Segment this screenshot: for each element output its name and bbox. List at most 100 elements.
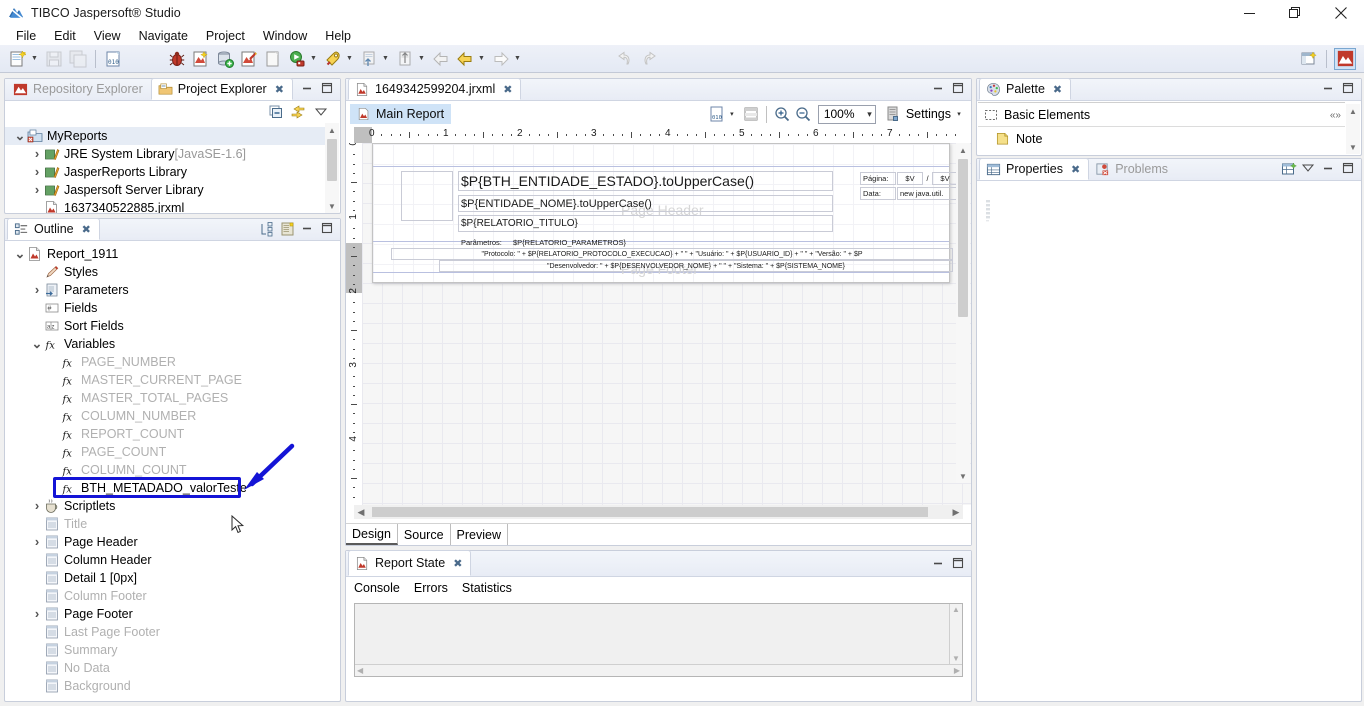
data-label[interactable]: Data: — [860, 187, 896, 200]
tree-item[interactable]: Summary — [5, 641, 339, 659]
palette-item-note[interactable]: Note — [978, 127, 1345, 150]
open-perspective-icon[interactable] — [1299, 49, 1319, 69]
chevron-right-icon[interactable]: › — [30, 283, 44, 297]
new-property-icon[interactable] — [1281, 161, 1297, 177]
chevron-down-icon[interactable]: ⌄ — [13, 129, 27, 143]
tree-item[interactable]: fx COLUMN_COUNT — [5, 461, 339, 479]
close-icon[interactable]: ✖ — [1053, 83, 1062, 96]
show-properties-icon[interactable] — [280, 221, 296, 237]
forward-dropdown-icon[interactable]: ▼ — [513, 49, 522, 69]
tree-item[interactable]: ⌄ MyReports — [5, 127, 325, 145]
tab-properties[interactable]: Properties ✖ — [979, 158, 1090, 180]
tree-item[interactable]: Background — [5, 677, 339, 695]
main-report-chip[interactable]: Main Report — [350, 104, 452, 124]
chevron-down-icon[interactable]: ▾ — [867, 109, 872, 120]
tree-item[interactable]: › JasperReports Library — [5, 163, 325, 181]
tab-outline[interactable]: Outline ✖ — [7, 218, 100, 240]
maximize-icon[interactable] — [951, 81, 967, 97]
close-icon[interactable]: ✖ — [1071, 163, 1080, 176]
subtab-console[interactable]: Console — [354, 581, 400, 595]
desenvolvedor-line[interactable]: "Desenvolvedor: " + $P{DESENVOLVEDOR_NOM… — [439, 260, 953, 272]
sort-tree-icon[interactable] — [260, 221, 276, 237]
tree-item[interactable]: a z Sort Fields — [5, 317, 339, 335]
dataset-dropdown-icon[interactable]: ▾ — [726, 110, 738, 118]
tree-item[interactable]: ⌄ Report_1911 — [5, 245, 339, 263]
pagina-label[interactable]: Página: — [860, 172, 896, 185]
run-dropdown-icon[interactable]: ▼ — [309, 49, 318, 69]
subtab-errors[interactable]: Errors — [414, 581, 448, 595]
canvas-horizontal-scrollbar[interactable]: ◀ ▶ — [354, 505, 963, 519]
maximize-icon[interactable] — [320, 221, 336, 237]
minimize-icon[interactable] — [931, 81, 947, 97]
menu-edit[interactable]: Edit — [45, 28, 85, 44]
pagina-value-field[interactable]: $V — [897, 172, 923, 185]
menu-file[interactable]: File — [7, 28, 45, 44]
tree-item[interactable]: Column Footer — [5, 587, 339, 605]
scroll-right-icon[interactable]: ▶ — [949, 505, 963, 519]
canvas-vertical-scrollbar[interactable]: ▲ ▼ — [956, 143, 970, 483]
new-report-icon[interactable] — [191, 49, 211, 69]
tab-palette[interactable]: Palette ✖ — [979, 78, 1072, 100]
report-page[interactable]: Page Header Page Footer $P{BTH_ENTIDADE_… — [372, 143, 959, 283]
scroll-left-icon[interactable]: ◀ — [357, 666, 363, 675]
project-explorer-tree[interactable]: ⌄ MyReports › JRE System Library [JavaSE-1.… — [5, 123, 325, 213]
console-vertical-scrollbar[interactable]: ▲ ▼ — [949, 604, 962, 664]
scroll-left-icon[interactable]: ◀ — [354, 505, 368, 519]
link-with-editor-icon[interactable] — [290, 104, 306, 123]
scroll-right-icon[interactable]: ▶ — [954, 666, 960, 675]
collapse-all-icon[interactable] — [268, 104, 284, 123]
scrollbar-thumb[interactable] — [372, 507, 928, 517]
tab-repository-explorer[interactable]: Repository Explorer — [7, 78, 151, 100]
tree-item[interactable]: › Parameters — [5, 281, 339, 299]
settings-label[interactable]: Settings — [906, 107, 951, 121]
debug-bug-icon[interactable] — [167, 49, 187, 69]
maximize-button[interactable] — [1272, 0, 1318, 26]
tab-report-state[interactable]: Report State ✖ — [348, 550, 472, 576]
view-menu-icon[interactable] — [314, 105, 328, 122]
maximize-icon[interactable] — [1341, 161, 1357, 177]
tree-item[interactable]: fx COLUMN_NUMBER — [5, 407, 339, 425]
maximize-icon[interactable] — [1341, 81, 1357, 97]
chevron-right-icon[interactable]: › — [30, 165, 44, 179]
tree-item[interactable]: Detail 1 [0px] — [5, 569, 339, 587]
close-icon[interactable]: ✖ — [503, 83, 512, 96]
tree-item[interactable]: Last Page Footer — [5, 623, 339, 641]
tree-item[interactable]: › Scriptlets — [5, 497, 339, 515]
tree-item[interactable]: fx BTH_METADADO_valorTeste — [5, 479, 339, 497]
close-icon[interactable]: ✖ — [275, 83, 284, 96]
tree-item[interactable]: ⌄ fx Variables — [5, 335, 339, 353]
collapse-section-icon[interactable]: «» — [1330, 110, 1341, 121]
project-explorer-scrollbar[interactable]: ▲ ▼ — [325, 123, 339, 213]
new-wizard-icon[interactable] — [8, 49, 28, 69]
tree-item[interactable]: fx MASTER_TOTAL_PAGES — [5, 389, 339, 407]
minimize-icon[interactable] — [300, 221, 316, 237]
tree-item[interactable]: › Page Footer — [5, 605, 339, 623]
publish-icon[interactable] — [359, 49, 379, 69]
back-dropdown-icon[interactable]: ▼ — [477, 49, 486, 69]
chevron-down-icon[interactable]: ⌄ — [13, 247, 27, 261]
pagina-total-field[interactable]: $V — [932, 172, 958, 185]
zoom-out-icon[interactable] — [794, 105, 812, 123]
tree-item[interactable]: › JRE System Library [JavaSE-1.6] — [5, 145, 325, 163]
scroll-down-icon[interactable]: ▼ — [956, 469, 970, 483]
console-horizontal-scrollbar[interactable]: ◀ ▶ — [355, 664, 962, 676]
compile-report-icon[interactable] — [239, 49, 259, 69]
menu-navigate[interactable]: Navigate — [130, 28, 197, 44]
zoom-in-icon[interactable] — [773, 105, 791, 123]
preview-blank-icon[interactable] — [263, 49, 283, 69]
chevron-right-icon[interactable]: › — [30, 607, 44, 621]
tree-item[interactable]: fx PAGE_COUNT — [5, 443, 339, 461]
scrollbar-thumb[interactable] — [327, 139, 337, 181]
report-design-canvas[interactable]: Page Header Page Footer $P{BTH_ENTIDADE_… — [362, 143, 971, 505]
maximize-icon[interactable] — [951, 556, 967, 572]
tree-item[interactable]: # Fields — [5, 299, 339, 317]
tab-source[interactable]: Source — [398, 524, 451, 545]
close-icon[interactable]: ✖ — [82, 223, 91, 236]
protocolo-line[interactable]: "Protocolo: " + $P{RELATORIO_PROTOCOLO_E… — [391, 248, 953, 260]
tree-item[interactable]: Styles — [5, 263, 339, 281]
scroll-down-icon[interactable]: ▼ — [325, 199, 339, 213]
tree-item[interactable]: No Data — [5, 659, 339, 677]
properties-content[interactable] — [978, 182, 1360, 700]
palette-section-basic-elements[interactable]: Basic Elements «» — [978, 104, 1345, 127]
minimize-icon[interactable] — [931, 556, 947, 572]
